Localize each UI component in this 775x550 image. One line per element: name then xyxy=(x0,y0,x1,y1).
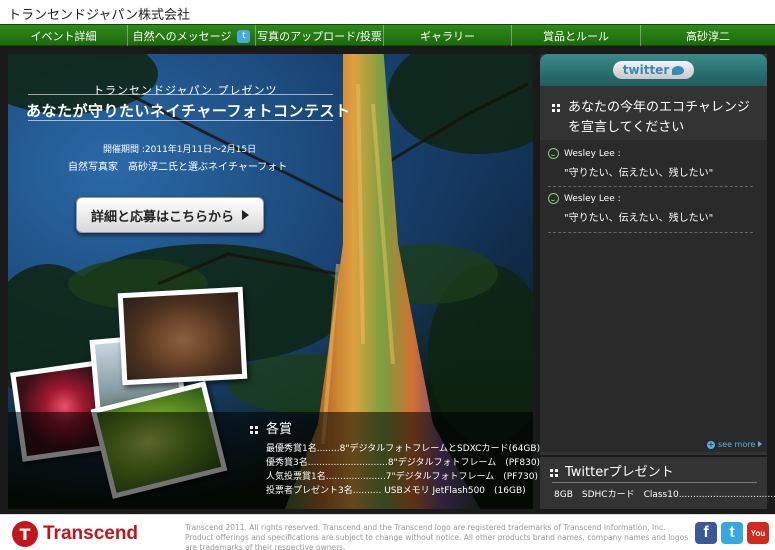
nav-label: 写真のアップロード/投票 xyxy=(257,30,382,43)
tweet-list: Wesley Lee : "守りたい、伝えたい、残したい" Wesley Lee… xyxy=(540,140,767,452)
prize-row: 人気投票賞1名.....................7"デジタルフォトフレー… xyxy=(266,472,539,482)
tweet-author[interactable]: Wesley Lee : xyxy=(548,193,758,204)
divider xyxy=(540,455,767,457)
twitter-present-title: Twitterプレゼント xyxy=(550,461,674,480)
twitter-glyph: t xyxy=(729,524,735,541)
hero-subtitle: 自然写真家 高砂淳二氏と選ぶネイチャーフォト xyxy=(68,162,288,173)
nav-item-prizes-rules[interactable]: 賞品とルール xyxy=(512,25,641,47)
tweet-item: Wesley Lee : "守りたい、伝えたい、残したい" xyxy=(548,193,758,224)
nav-item-photo-upload-vote[interactable]: 写真のアップロード/投票 xyxy=(256,25,384,47)
tweet-text: "守りたい、伝えたい、残したい" xyxy=(564,213,714,224)
main-content: トランセンドジャパン プレゼンツ あなたが守りたいネイチャーフォトコンテスト 開… xyxy=(0,46,775,514)
tweet-author-name: Wesley Lee : xyxy=(564,193,621,204)
copyright-text: Transcend 2011. All rights reserved. Tra… xyxy=(185,523,689,550)
brand-name: Transcend xyxy=(43,523,139,544)
prizes-panel: 各賞 最優秀賞1名........8"デジタルフォトフレームとSDXCカード(6… xyxy=(8,412,540,509)
nav-label: 高砂淳二 xyxy=(686,30,730,43)
tweet-text: "守りたい、伝えたい、残したい" xyxy=(564,168,714,179)
plus-icon: + xyxy=(707,440,715,449)
bullet-icon xyxy=(250,425,258,434)
twitter-logo-text: twitter xyxy=(622,63,670,77)
bullet-icon xyxy=(552,104,560,112)
nav-item-takasago[interactable]: 高砂淳二 xyxy=(641,25,775,47)
prizes-title-text: 各賞 xyxy=(266,422,293,437)
nav-item-message-to-nature[interactable]: 自然へのメッセージ t xyxy=(128,25,256,47)
smile-icon xyxy=(548,193,559,204)
main-nav: イベント詳細 自然へのメッセージ t 写真のアップロード/投票 ギャラリー 賞品と… xyxy=(0,24,775,47)
bullet-icon xyxy=(550,468,558,477)
footer: T Transcend Transcend 2011. All rights r… xyxy=(0,514,775,550)
arrow-right-icon xyxy=(758,441,763,447)
hero-kicker: トランセンドジャパン プレゼンツ xyxy=(93,84,278,97)
tweet-author[interactable]: Wesley Lee : xyxy=(548,148,758,159)
top-bar: トランセンドジャパン株式会社 xyxy=(0,0,775,24)
hero-title: あなたが守りたいネイチャーフォトコンテスト xyxy=(26,102,351,120)
contest-period: 開催期間 :2011年1月11日～2月15日 xyxy=(103,145,257,155)
tweet-divider xyxy=(548,186,753,187)
youtube-icon[interactable]: You xyxy=(747,522,769,544)
nav-label: ギャラリー xyxy=(420,30,475,43)
facebook-glyph: f xyxy=(703,524,709,541)
youtube-glyph: You xyxy=(750,528,766,538)
prize-row: 優秀賞3名............................8"デジタルフ… xyxy=(266,458,541,468)
transcend-logo[interactable]: T Transcend xyxy=(12,521,138,547)
nav-item-event-details[interactable]: イベント詳細 xyxy=(0,25,128,47)
prize-row: 最優秀賞1名........8"デジタルフォトフレームとSDXCカード(64GB… xyxy=(266,444,541,454)
divider xyxy=(28,94,333,95)
twitter-icon[interactable]: t xyxy=(721,522,743,544)
present-title-text: Twitterプレゼント xyxy=(565,465,674,480)
divider xyxy=(552,482,757,483)
eco-challenge-question: あなたの今年のエコチャレンジを宣言してください xyxy=(552,98,762,138)
details-apply-button[interactable]: 詳細と応募はこちらから xyxy=(76,197,264,233)
see-more-text: see more xyxy=(718,440,756,449)
nav-item-gallery[interactable]: ギャラリー xyxy=(384,25,512,47)
tweet-divider xyxy=(548,232,753,233)
transcend-t-icon: T xyxy=(12,521,38,547)
nav-label: イベント詳細 xyxy=(30,30,97,43)
button-label: 詳細と応募はこちらから xyxy=(90,209,234,225)
twitter-bird-icon xyxy=(672,65,685,75)
facebook-icon[interactable]: f xyxy=(695,522,717,544)
divider xyxy=(28,120,333,121)
company-name: トランセンドジャパン株式会社 xyxy=(8,8,191,23)
nav-label: 自然へのメッセージ xyxy=(132,30,232,43)
play-arrow-icon xyxy=(242,210,249,220)
tweet-author-name: Wesley Lee : xyxy=(564,148,621,159)
nav-label: 賞品とルール xyxy=(543,30,609,43)
tweet-item: Wesley Lee : "守りたい、伝えたい、残したい" xyxy=(548,148,758,179)
sea-lion-photo xyxy=(117,286,248,386)
prize-row: 投票者プレゼント3名.......... USBメモリ JetFlash500 … xyxy=(266,486,526,496)
twitter-sidebar: twitter あなたの今年のエコチャレンジを宣言してください Wesley L… xyxy=(540,54,775,509)
smile-icon xyxy=(548,148,559,159)
twitter-icon: t xyxy=(237,29,251,43)
prizes-title: 各賞 xyxy=(250,418,292,437)
see-more-link[interactable]: + see more xyxy=(707,440,763,449)
twitter-header: twitter xyxy=(540,54,767,86)
twitter-logo[interactable]: twitter xyxy=(612,61,695,79)
question-text: あなたの今年のエコチャレンジを宣言してください xyxy=(568,100,750,135)
present-row: 8GB SDHCカード Class10.....................… xyxy=(554,490,775,500)
